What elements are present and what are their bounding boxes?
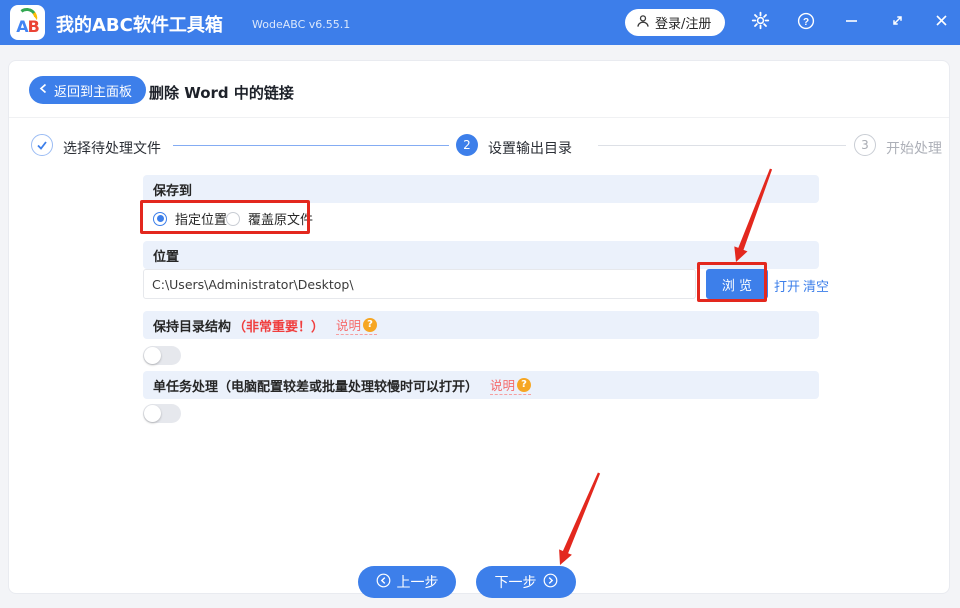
radio-overwrite-label: 覆盖原文件 bbox=[248, 213, 314, 228]
help-button[interactable]: ? bbox=[794, 10, 818, 34]
question-badge-icon: ? bbox=[517, 377, 532, 392]
step3-badge: 3 bbox=[854, 134, 876, 156]
browse-button[interactable]: 浏 览 bbox=[706, 269, 768, 299]
maximize-button[interactable] bbox=[885, 10, 909, 34]
back-to-dashboard-button[interactable]: 返回到主面板 bbox=[29, 76, 147, 104]
clear-path-link[interactable]: 清空 bbox=[803, 276, 829, 295]
output-path-input[interactable] bbox=[143, 269, 696, 299]
circle-chevron-left-icon bbox=[376, 573, 391, 592]
login-label: 登录/注册 bbox=[655, 17, 712, 32]
svg-text:?: ? bbox=[803, 17, 809, 28]
keep-structure-title: 保持目录结构 bbox=[153, 319, 232, 335]
next-step-button[interactable]: 下一步 bbox=[476, 566, 576, 598]
help-icon: ? bbox=[797, 12, 815, 33]
settings-button[interactable] bbox=[748, 10, 772, 34]
gear-icon bbox=[751, 11, 770, 33]
help-label: 说明 bbox=[336, 318, 362, 333]
header-divider bbox=[9, 117, 949, 118]
titlebar: AB 我的ABC软件工具箱 WodeABC v6.55.1 登录/注册 ? bbox=[0, 0, 960, 45]
radio-off-icon bbox=[226, 211, 240, 226]
location-title: 位置 bbox=[153, 249, 180, 265]
next-label: 下一步 bbox=[494, 575, 537, 591]
step-connector-2 bbox=[598, 145, 846, 146]
back-label: 返回到主面板 bbox=[54, 84, 133, 100]
section-header-keep-structure: 保持目录结构 （非常重要！） 说明? bbox=[143, 311, 819, 339]
app-version: WodeABC v6.55.1 bbox=[252, 18, 351, 31]
keep-structure-toggle[interactable] bbox=[143, 346, 181, 365]
step2-label: 设置输出目录 bbox=[488, 141, 572, 157]
close-icon bbox=[935, 14, 948, 30]
step1-check-icon bbox=[31, 134, 53, 156]
app-title: 我的ABC软件工具箱 bbox=[56, 15, 223, 36]
radio-on-icon bbox=[153, 211, 167, 226]
prev-label: 上一步 bbox=[396, 575, 439, 591]
radio-specified-label: 指定位置 bbox=[175, 213, 228, 228]
close-button[interactable] bbox=[929, 10, 953, 34]
login-button[interactable]: 登录/注册 bbox=[625, 9, 726, 36]
step2-badge: 2 bbox=[456, 134, 478, 156]
previous-step-button[interactable]: 上一步 bbox=[358, 566, 456, 598]
help-label: 说明 bbox=[490, 378, 516, 393]
maximize-icon bbox=[891, 14, 904, 30]
open-folder-link[interactable]: 打开 bbox=[774, 276, 800, 295]
keep-structure-help-link[interactable]: 说明? bbox=[336, 315, 378, 335]
user-icon bbox=[636, 14, 650, 32]
minimize-button[interactable] bbox=[839, 10, 863, 34]
page-title: 删除 Word 中的链接 bbox=[149, 84, 294, 102]
circle-chevron-right-icon bbox=[543, 573, 558, 592]
section-header-single-task: 单任务处理（电脑配置较差或批量处理较慢时可以打开） 说明? bbox=[143, 371, 819, 399]
section-header-location: 位置 bbox=[143, 241, 819, 269]
question-badge-icon: ? bbox=[363, 317, 378, 332]
section-header-save-to: 保存到 bbox=[143, 175, 819, 203]
single-task-help-link[interactable]: 说明? bbox=[490, 375, 532, 395]
single-task-toggle[interactable] bbox=[143, 404, 181, 423]
step3-label: 开始处理 bbox=[886, 141, 942, 157]
minimize-icon bbox=[845, 14, 858, 30]
radio-overwrite-original[interactable]: 覆盖原文件 bbox=[226, 209, 313, 228]
chevron-left-icon bbox=[39, 83, 48, 98]
save-to-title: 保存到 bbox=[153, 183, 193, 199]
main-panel: 返回到主面板 删除 Word 中的链接 选择待处理文件 2 设置输出目录 3 开… bbox=[8, 60, 950, 598]
step-connector-1 bbox=[173, 145, 449, 146]
radio-specified-location[interactable]: 指定位置 bbox=[153, 209, 227, 228]
step1-label: 选择待处理文件 bbox=[63, 141, 161, 157]
single-task-title: 单任务处理（电脑配置较差或批量处理较慢时可以打开） bbox=[153, 379, 479, 395]
important-note: （非常重要！） bbox=[233, 319, 325, 335]
